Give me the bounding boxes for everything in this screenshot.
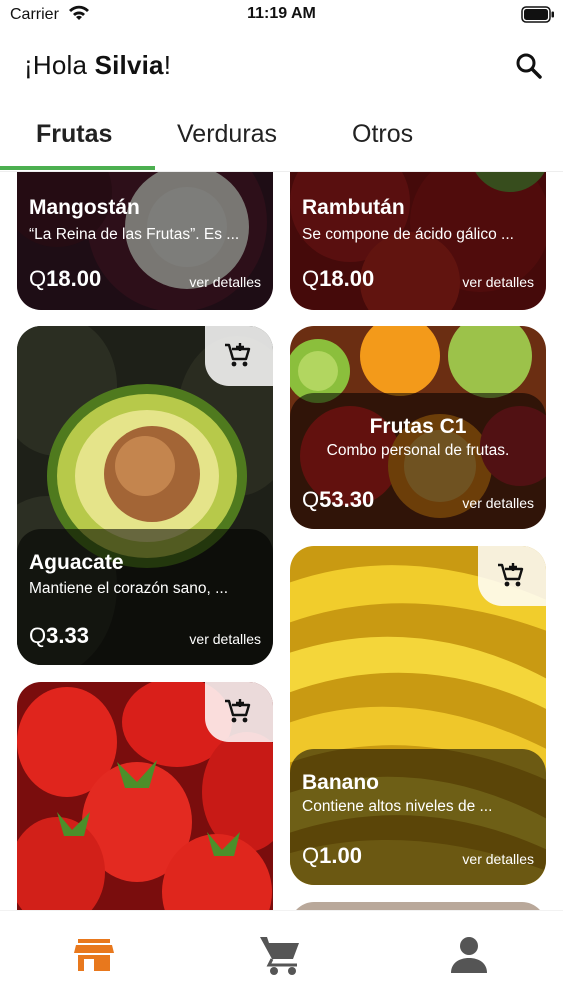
details-link[interactable]: ver detalles <box>189 274 261 290</box>
tab-verduras[interactable]: Verduras <box>177 120 277 149</box>
product-card-fresa[interactable] <box>17 682 273 910</box>
app-header: ¡Hola Silvia! <box>0 44 563 94</box>
product-description: Combo personal de frutas. <box>326 442 510 459</box>
search-button[interactable] <box>515 52 543 80</box>
product-price: Q18.00 <box>29 266 102 291</box>
add-cart-icon <box>225 343 251 367</box>
clock-time: 11:19 AM <box>247 5 316 22</box>
product-grid[interactable]: Mangostán “La Reina de las Frutas”. Es .… <box>0 172 563 910</box>
search-icon <box>516 53 542 79</box>
product-card-banano[interactable]: Banano Contiene altos niveles de ... Q1.… <box>290 546 546 885</box>
active-tab-indicator <box>0 166 155 170</box>
product-description: Mantiene el corazón sano, ... <box>29 580 229 597</box>
details-link[interactable]: ver detalles <box>189 631 261 647</box>
product-description: Contiene altos niveles de ... <box>302 798 493 815</box>
product-price: Q53.30 <box>302 487 375 512</box>
product-name: Frutas C1 <box>369 415 467 438</box>
add-cart-icon <box>498 563 524 587</box>
product-price: Q18.00 <box>302 266 375 291</box>
add-to-cart-button[interactable] <box>205 326 273 386</box>
profile-icon <box>451 937 487 973</box>
bottom-navigation <box>0 910 563 1000</box>
nav-cart[interactable] <box>258 933 302 977</box>
tab-frutas[interactable]: Frutas <box>36 120 112 149</box>
product-description: “La Reina de las Frutas”. Es ... <box>29 226 240 243</box>
details-link[interactable]: ver detalles <box>462 495 534 511</box>
status-bar: Carrier 11:19 AM <box>0 0 563 32</box>
add-to-cart-button[interactable] <box>478 546 546 606</box>
product-card-frutas-c1[interactable]: Frutas C1 Combo personal de frutas. Q53.… <box>290 326 546 529</box>
tab-otros[interactable]: Otros <box>352 120 413 149</box>
add-to-cart-button[interactable] <box>205 682 273 742</box>
category-tabs: Frutas Verduras Otros <box>0 112 563 172</box>
details-link[interactable]: ver detalles <box>462 274 534 290</box>
add-cart-icon <box>225 699 251 723</box>
store-icon <box>74 939 114 971</box>
product-name: Rambután <box>302 196 405 219</box>
product-price: Q3.33 <box>29 623 89 648</box>
product-description: Se compone de ácido gálico ... <box>302 226 514 243</box>
product-name: Mangostán <box>29 196 140 219</box>
product-card-rambutan[interactable]: Rambután Se compone de ácido gálico ... … <box>290 172 546 310</box>
nav-profile[interactable] <box>447 933 491 977</box>
details-link[interactable]: ver detalles <box>462 851 534 867</box>
nav-store[interactable] <box>72 933 116 977</box>
cart-icon <box>260 937 299 975</box>
battery-icon <box>521 6 555 28</box>
user-name: Silvia <box>94 50 164 80</box>
product-card-aguacate[interactable]: Aguacate Mantiene el corazón sano, ... Q… <box>17 326 273 665</box>
greeting-title: ¡Hola Silvia! <box>24 50 172 80</box>
product-price: Q1.00 <box>302 843 362 868</box>
product-name: Banano <box>302 771 380 794</box>
product-card-next[interactable] <box>290 902 546 910</box>
product-name: Aguacate <box>29 551 124 574</box>
product-card-mangostan[interactable]: Mangostán “La Reina de las Frutas”. Es .… <box>17 172 273 310</box>
